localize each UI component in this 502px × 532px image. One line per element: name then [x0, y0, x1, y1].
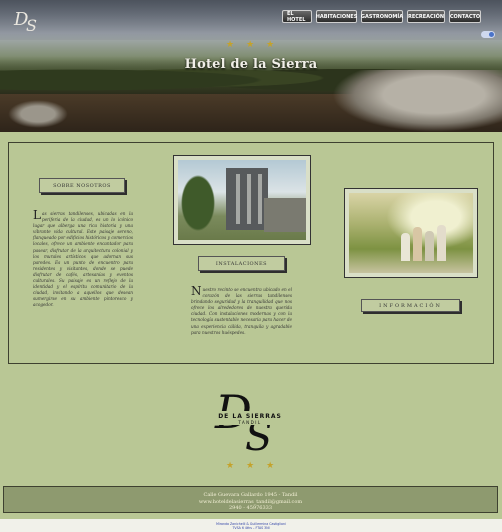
- facilities-button[interactable]: INSTALACIONES: [198, 256, 285, 271]
- star-icon: ★: [246, 40, 255, 50]
- nav-contacto[interactable]: CONTACTO: [449, 10, 481, 23]
- nav-gastronomia[interactable]: GASTRONOMÍA: [361, 10, 403, 23]
- contact-footer: Calle Guevara Gallardo 1945 - Tandil www…: [3, 486, 498, 513]
- facilities-photo-frame: [173, 155, 311, 245]
- main-content: SOBRE NOSOTROS Las sierras tandilenses, …: [8, 142, 494, 364]
- star-icon: ★: [266, 461, 275, 471]
- info-photo-frame: [344, 188, 478, 278]
- person-shape: [401, 233, 410, 261]
- page-title: Hotel de la Sierra: [184, 57, 318, 72]
- hotel-rating-stars: ★ ★ ★: [226, 40, 274, 50]
- nav-recreacion[interactable]: RECREACIÓN: [407, 10, 445, 23]
- facilities-drop-cap: N: [191, 284, 202, 298]
- logo-text: DE LA SIERRAS: [218, 413, 282, 420]
- star-icon: ★: [226, 40, 235, 50]
- hero-rock-small: [8, 100, 68, 128]
- hero-rock: [332, 70, 502, 132]
- main-nav: EL HOTEL HABITACIONES GASTRONOMÍA RECREA…: [282, 10, 481, 23]
- theme-toggle[interactable]: [481, 31, 495, 38]
- about-paragraph: as sierras tandilenses, ubicadas en la p…: [33, 211, 133, 308]
- hotel-logo-large-icon: D S DE LA SIERRAS TANDIL: [213, 385, 287, 452]
- star-icon: ★: [226, 461, 235, 471]
- person-shape: [413, 227, 422, 261]
- family-park-image: [349, 193, 473, 273]
- about-text: Las sierras tandilenses, ubicadas en la …: [33, 208, 133, 309]
- star-icon: ★: [246, 461, 255, 471]
- person-shape: [437, 225, 446, 261]
- footer-rating-stars: ★ ★ ★: [226, 461, 274, 471]
- about-button[interactable]: SOBRE NOSOTROS: [39, 178, 125, 193]
- svg-text:S: S: [26, 16, 37, 32]
- copyright-bar: Miranda Zanichelli & Guillermina Castigl…: [0, 519, 502, 532]
- tree-shape: [178, 170, 218, 236]
- info-button[interactable]: INFORMACIÓN: [361, 299, 460, 312]
- person-shape: [425, 231, 434, 261]
- footer-phone: 2940 - 45976333: [228, 505, 273, 511]
- star-icon: ★: [266, 40, 275, 50]
- wing-shape: [264, 198, 306, 232]
- facilities-text: Nuestro recinto se encuentra ubicado en …: [191, 284, 292, 336]
- about-drop-cap: L: [33, 208, 41, 222]
- tower-shape: [226, 168, 268, 230]
- facilities-paragraph: uestro recinto se encuentra ubicado en e…: [191, 287, 292, 335]
- nav-habitaciones[interactable]: HABITACIONES: [316, 10, 357, 23]
- logo-subtext: TANDIL: [237, 420, 261, 425]
- hotel-logo-icon[interactable]: D S: [12, 6, 46, 32]
- nav-el-hotel[interactable]: EL HOTEL: [282, 10, 312, 23]
- copyright-code: TVSA 6 4ths – FTAS 3NI: [232, 526, 270, 530]
- hotel-building-image: [178, 160, 306, 240]
